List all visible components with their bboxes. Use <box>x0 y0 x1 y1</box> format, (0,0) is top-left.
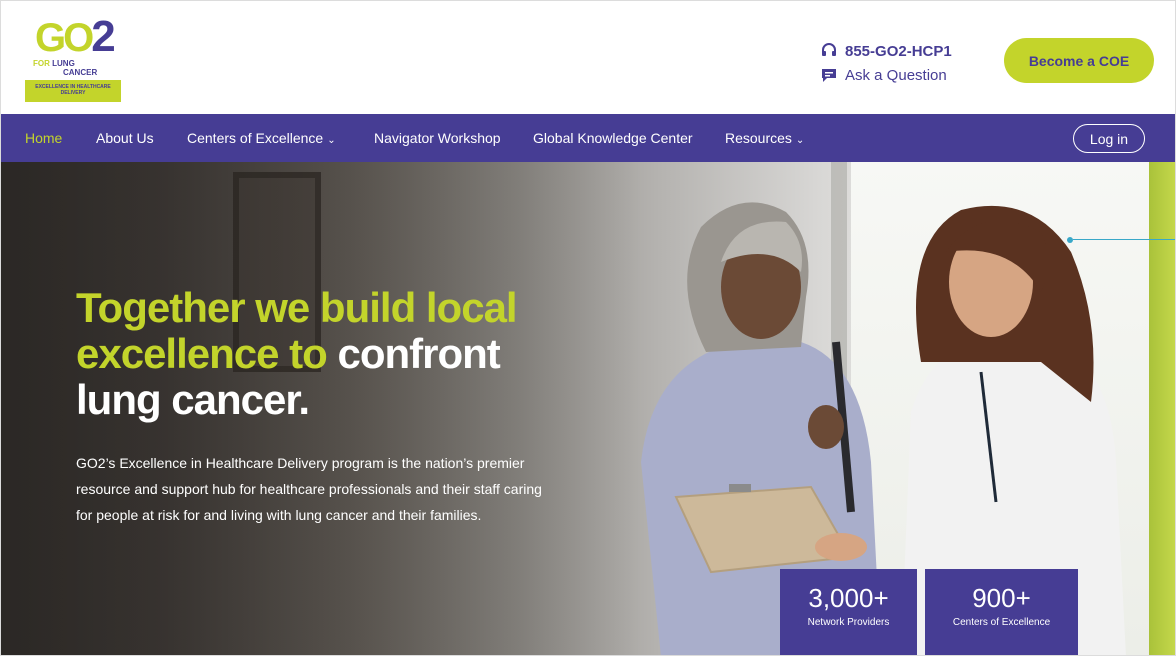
nav-item-about-us[interactable]: About Us <box>96 114 154 162</box>
chevron-down-icon: ⌄ <box>327 135 336 146</box>
main-nav: Home About Us Centers of Excellence ⌄ Nav… <box>1 114 1175 162</box>
phone-link[interactable]: 855-GO2-HCP1 <box>821 39 952 63</box>
nav-item-centers-of-excellence[interactable]: Centers of Excellence ⌄ <box>187 114 336 162</box>
ask-question-label: Ask a Question <box>845 66 947 84</box>
phone-number: 855-GO2-HCP1 <box>845 42 952 60</box>
stat-number: 900+ <box>972 583 1031 613</box>
logo-band: EXCELLENCE IN HEALTHCARE DELIVERY <box>25 80 121 102</box>
hero-description: GO2’s Excellence in Healthcare Delivery … <box>76 455 542 523</box>
stat-label: Centers of Excellence <box>952 617 1051 628</box>
pointer-line <box>1073 239 1175 240</box>
pointer-dot <box>1067 237 1073 243</box>
stat-network-providers: 3,000+ Network Providers <box>780 569 917 655</box>
page-frame: GO2 FOR LUNG CANCER EXCELLENCE IN HEALTH… <box>0 0 1176 656</box>
contact-block: 855-GO2-HCP1 Ask a Question <box>821 39 952 87</box>
go2-logo[interactable]: GO2 FOR LUNG CANCER EXCELLENCE IN HEALTH… <box>25 15 123 103</box>
chevron-down-icon: ⌄ <box>795 135 805 146</box>
chat-icon <box>822 69 836 82</box>
become-coe-button[interactable]: Become a COE <box>1004 38 1154 83</box>
nav-item-navigator-workshop[interactable]: Navigator Workshop <box>374 114 501 162</box>
site-header: GO2 FOR LUNG CANCER EXCELLENCE IN HEALTH… <box>1 1 1175 114</box>
hero-title: Together we build local excellence to co… <box>76 284 518 423</box>
logo-cancer: CANCER <box>63 68 98 77</box>
ask-question-link[interactable]: Ask a Question <box>821 63 952 87</box>
nav-item-global-knowledge-center[interactable]: Global Knowledge Center <box>533 114 693 162</box>
logo-wordmark: GO2 <box>35 12 116 61</box>
logo-for-lung: FOR LUNG <box>33 59 75 68</box>
headset-icon <box>822 43 836 56</box>
nav-item-resources[interactable]: Resources ⌄ <box>725 114 804 162</box>
stat-label: Network Providers <box>807 617 890 628</box>
stat-centers-of-excellence: 900+ Centers of Excellence <box>925 569 1078 655</box>
nav-item-home[interactable]: Home <box>25 114 62 162</box>
stat-number: 3,000+ <box>808 583 889 613</box>
hero-section: Together we build local excellence to co… <box>1 162 1175 655</box>
login-button[interactable]: Log in <box>1073 124 1145 153</box>
